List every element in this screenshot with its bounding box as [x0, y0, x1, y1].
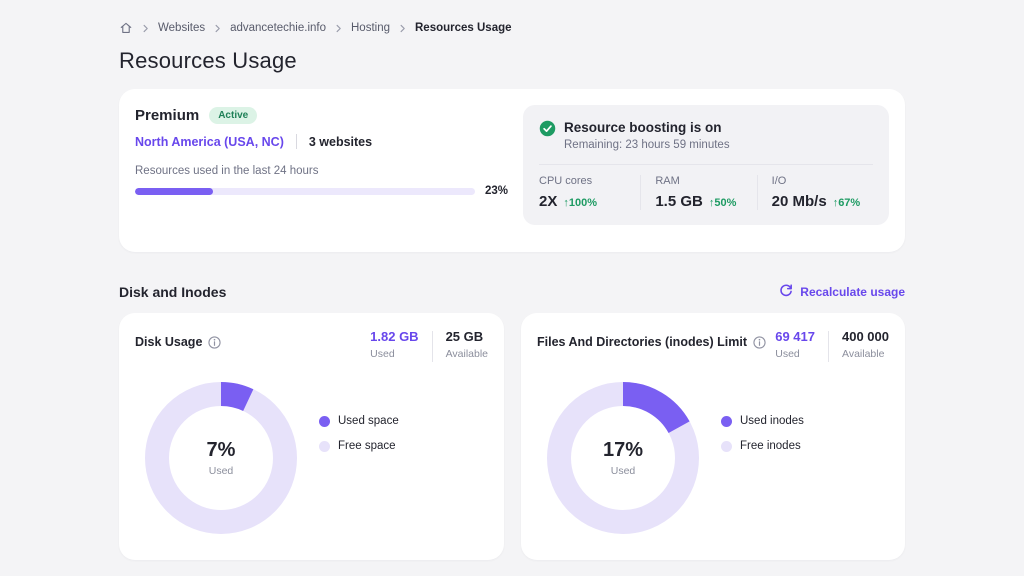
legend-item: Free space	[319, 440, 399, 452]
inodes-used-value: 69 417	[775, 329, 815, 344]
metric-value: 2X	[539, 193, 557, 210]
page-title: Resources Usage	[119, 48, 905, 74]
disk-percent-sublabel: Used	[209, 465, 234, 477]
metric-label: RAM	[655, 175, 756, 187]
free-inodes-dot	[721, 441, 732, 452]
legend-label: Used inodes	[740, 415, 804, 427]
disk-used-value: 1.82 GB	[370, 329, 418, 344]
metric-boost: ↑67%	[833, 197, 861, 209]
disk-usage-title: Disk Usage	[135, 335, 202, 349]
metric-ram: RAM 1.5 GB ↑50%	[640, 175, 756, 210]
divider	[828, 331, 829, 362]
inodes-used-label: Used	[775, 348, 815, 360]
boosting-remaining: Remaining: 23 hours 59 minutes	[564, 139, 730, 151]
legend-label: Free space	[338, 440, 396, 452]
metric-label: I/O	[772, 175, 873, 187]
usage-progress-bar	[135, 188, 475, 195]
resource-boosting-panel: Resource boosting is on Remaining: 23 ho…	[523, 105, 889, 225]
plan-card: Premium Active North America (USA, NC) 3…	[119, 89, 905, 252]
boosting-title: Resource boosting is on	[564, 120, 730, 135]
metric-value: 1.5 GB	[655, 193, 703, 210]
breadcrumb-websites[interactable]: Websites	[158, 22, 205, 34]
websites-count: 3 websites	[309, 135, 372, 149]
inodes-donut-chart: 17% Used	[547, 382, 699, 534]
chevron-right-icon	[397, 23, 408, 34]
plan-name: Premium	[135, 107, 199, 124]
disk-available-value: 25 GB	[446, 329, 488, 344]
inodes-percent-sublabel: Used	[611, 465, 636, 477]
status-badge: Active	[209, 107, 257, 124]
info-icon[interactable]	[753, 336, 766, 349]
inodes-limit-title: Files And Directories (inodes) Limit	[537, 335, 747, 349]
legend-item: Free inodes	[721, 440, 804, 452]
legend-item: Used space	[319, 415, 399, 427]
inodes-percent: 17%	[603, 439, 643, 462]
inodes-available-label: Available	[842, 348, 889, 360]
inodes-legend: Used inodes Free inodes	[721, 415, 804, 534]
disk-usage-donut-chart: 7% Used	[145, 382, 297, 534]
disk-usage-card: Disk Usage 1.82 GB Used 25 GB Available	[119, 313, 504, 560]
recalculate-usage-label: Recalculate usage	[800, 285, 905, 299]
chevron-right-icon	[333, 23, 344, 34]
divider	[296, 134, 297, 149]
metric-label: CPU cores	[539, 175, 640, 187]
info-icon[interactable]	[208, 336, 221, 349]
metric-boost: ↑50%	[709, 197, 737, 209]
home-icon[interactable]	[119, 21, 133, 35]
plan-info: Premium Active North America (USA, NC) 3…	[135, 105, 523, 236]
resources-usage-page: Websites advancetechie.info Hosting Reso…	[119, 0, 905, 560]
metric-cpu: CPU cores 2X ↑100%	[539, 175, 640, 210]
check-circle-icon	[539, 120, 556, 151]
refresh-icon	[779, 283, 793, 300]
disk-legend: Used space Free space	[319, 415, 399, 534]
metric-value: 20 Mb/s	[772, 193, 827, 210]
boosting-metrics: CPU cores 2X ↑100% RAM 1.5 GB ↑50% I/O	[539, 164, 873, 210]
recalculate-usage-button[interactable]: Recalculate usage	[779, 283, 905, 300]
inodes-available-value: 400 000	[842, 329, 889, 344]
disk-percent: 7%	[207, 439, 236, 462]
inodes-limit-card: Files And Directories (inodes) Limit 69 …	[521, 313, 905, 560]
usage-progress-fill	[135, 188, 213, 195]
chevron-right-icon	[140, 23, 151, 34]
divider	[432, 331, 433, 362]
legend-label: Free inodes	[740, 440, 801, 452]
usage-label: Resources used in the last 24 hours	[135, 165, 523, 177]
server-location-link[interactable]: North America (USA, NC)	[135, 135, 284, 149]
metric-boost: ↑100%	[563, 197, 597, 209]
section-title: Disk and Inodes	[119, 284, 226, 300]
usage-percent: 23%	[485, 185, 508, 197]
legend-label: Used space	[338, 415, 399, 427]
breadcrumb-current: Resources Usage	[415, 22, 512, 34]
breadcrumb-hosting[interactable]: Hosting	[351, 22, 390, 34]
used-space-dot	[319, 416, 330, 427]
metric-io: I/O 20 Mb/s ↑67%	[757, 175, 873, 210]
disk-available-label: Available	[446, 348, 488, 360]
disk-used-label: Used	[370, 348, 418, 360]
used-inodes-dot	[721, 416, 732, 427]
breadcrumb-domain[interactable]: advancetechie.info	[230, 22, 326, 34]
free-space-dot	[319, 441, 330, 452]
chevron-right-icon	[212, 23, 223, 34]
breadcrumb: Websites advancetechie.info Hosting Reso…	[119, 0, 905, 35]
legend-item: Used inodes	[721, 415, 804, 427]
